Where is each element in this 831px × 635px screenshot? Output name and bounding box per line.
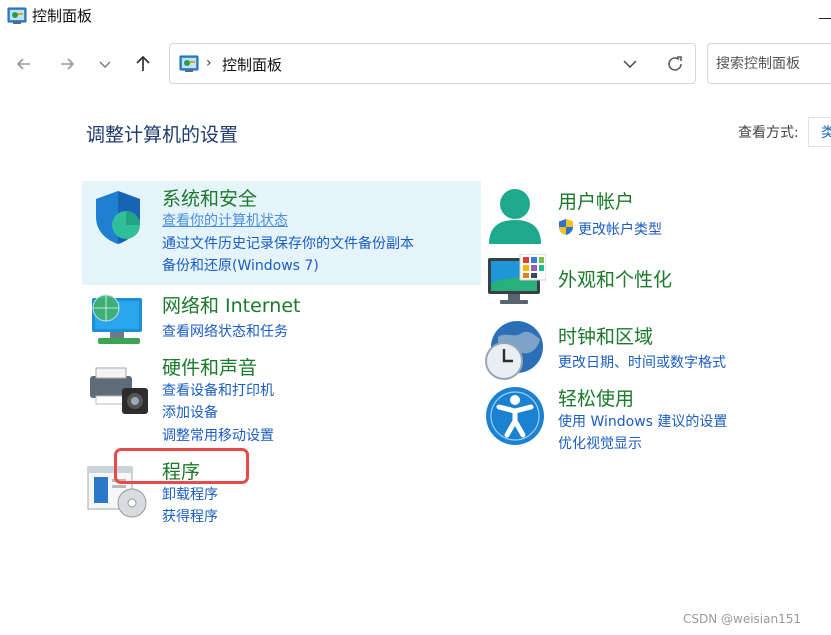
shield-icon[interactable]	[88, 187, 148, 247]
link-add-device[interactable]: 添加设备	[162, 402, 218, 422]
annotation-highlight-box	[114, 448, 249, 484]
arrow-up-icon	[130, 51, 156, 77]
link-network-status[interactable]: 查看网络状态和任务	[162, 321, 288, 341]
breadcrumb-control-panel[interactable]: 控制面板	[222, 54, 282, 75]
refresh-icon	[664, 56, 686, 79]
category-title-user-accounts[interactable]: 用户帐户	[558, 187, 634, 214]
address-dropdown-button[interactable]	[620, 54, 640, 74]
minimize-button[interactable]	[812, 3, 831, 29]
title-bar: 控制面板	[0, 0, 831, 34]
category-title-system-security[interactable]: 系统和安全	[162, 184, 257, 211]
view-by-select[interactable]: 类别	[808, 117, 831, 147]
arrow-right-icon	[54, 51, 80, 77]
user-account-icon[interactable]	[486, 186, 544, 246]
category-title-clock-region[interactable]: 时钟和区域	[558, 322, 653, 349]
category-title-hardware[interactable]: 硬件和声音	[162, 353, 257, 380]
up-button[interactable]	[130, 51, 156, 77]
address-bar[interactable]: › 控制面板	[169, 43, 696, 84]
control-panel-icon	[179, 55, 199, 73]
search-input[interactable]	[707, 43, 831, 84]
watermark-text: CSDN @weisian151	[683, 612, 802, 626]
network-globe-icon[interactable]	[88, 290, 150, 348]
breadcrumb-separator: ›	[206, 55, 212, 71]
view-by-label: 查看方式:	[738, 125, 799, 141]
link-backup-restore[interactable]: 备份和还原(Windows 7)	[162, 255, 319, 275]
link-change-date-time-format[interactable]: 更改日期、时间或数字格式	[558, 352, 726, 372]
uac-shield-icon	[557, 218, 575, 240]
forward-button[interactable]	[54, 51, 80, 77]
category-title-appearance[interactable]: 外观和个性化	[558, 265, 672, 292]
chevron-down-icon	[620, 59, 640, 78]
refresh-button[interactable]	[664, 53, 686, 75]
page-title: 调整计算机的设置	[86, 124, 239, 146]
chevron-down-icon	[92, 51, 118, 77]
category-title-ease-of-access[interactable]: 轻松使用	[558, 384, 634, 411]
category-title-network[interactable]: 网络和 Internet	[162, 291, 300, 318]
link-file-history-backup[interactable]: 通过文件历史记录保存你的文件备份副本	[162, 233, 414, 253]
arrow-left-icon	[11, 51, 37, 77]
link-view-computer-status[interactable]: 查看你的计算机状态	[162, 210, 288, 230]
control-panel-icon	[7, 7, 27, 25]
link-optimize-visual-display[interactable]: 优化视觉显示	[558, 433, 642, 453]
link-change-account-type[interactable]: 更改帐户类型	[578, 219, 662, 239]
link-uninstall-program[interactable]: 卸载程序	[162, 484, 218, 504]
link-get-programs[interactable]: 获得程序	[162, 506, 218, 526]
link-mobility-settings[interactable]: 调整常用移动设置	[162, 425, 274, 445]
link-devices-printers[interactable]: 查看设备和打印机	[162, 380, 274, 400]
printer-camera-icon[interactable]	[88, 362, 150, 418]
appearance-monitor-icon[interactable]	[486, 254, 546, 308]
accessibility-icon[interactable]	[484, 385, 546, 447]
clock-globe-icon[interactable]	[484, 319, 546, 381]
back-button[interactable]	[11, 51, 37, 77]
link-recommended-settings[interactable]: 使用 Windows 建议的设置	[558, 411, 727, 431]
window-title: 控制面板	[32, 7, 93, 25]
recent-locations-button[interactable]	[92, 51, 118, 77]
